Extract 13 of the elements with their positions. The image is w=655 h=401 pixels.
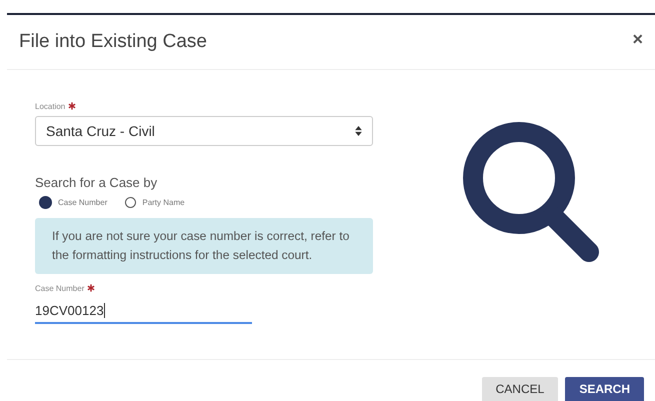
location-label: Location [35, 102, 66, 110]
case-number-label: Case Number [35, 284, 84, 292]
search-button[interactable]: SEARCH [565, 377, 644, 401]
close-button[interactable]: × [632, 28, 643, 56]
search-by-label: Search for a Case by [35, 175, 158, 190]
radio-option[interactable]: Party Name [125, 196, 185, 209]
radio-option[interactable]: Case Number [39, 196, 108, 209]
location-select[interactable]: Santa Cruz - Civil [35, 116, 373, 146]
dialog-title: File into Existing Case [19, 31, 207, 53]
sort-caret-icon [355, 126, 362, 136]
cancel-button[interactable]: CANCEL [482, 377, 558, 401]
case-number-field[interactable]: 19CV00123 [35, 298, 252, 324]
info-text: If you are not sure your case number is correct, refer to the formatting instructions for the selected court. [52, 229, 350, 262]
